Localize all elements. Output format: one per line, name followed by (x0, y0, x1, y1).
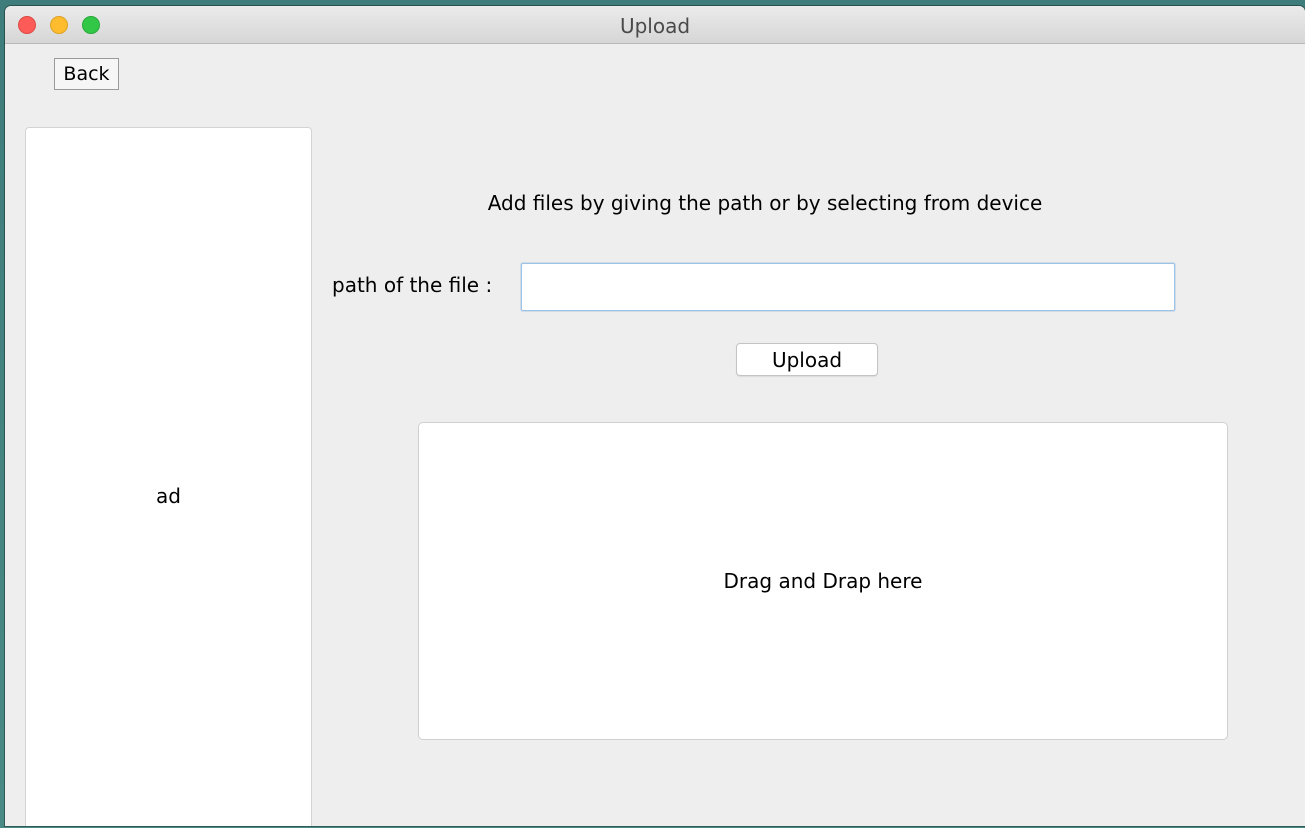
window-title: Upload (619, 14, 691, 38)
drag-and-drop-zone[interactable]: Drag and Drap here (418, 422, 1228, 740)
window-content: Back ad Add files by giving the path or … (5, 44, 1305, 826)
drop-zone-label: Drag and Drap here (723, 569, 923, 593)
title-bar[interactable]: Upload (5, 6, 1305, 44)
ad-panel: ad (25, 127, 312, 826)
upload-instruction: Add files by giving the path or by selec… (487, 191, 1043, 215)
upload-button[interactable]: Upload (736, 343, 878, 376)
upload-window: Upload Back ad Add files by giving the p… (5, 6, 1305, 826)
path-input[interactable] (521, 263, 1175, 311)
back-button[interactable]: Back (54, 58, 119, 90)
path-label: path of the file : (332, 273, 493, 297)
desktop-background: Upload Back ad Add files by giving the p… (0, 0, 1305, 828)
ad-label: ad (156, 484, 181, 508)
